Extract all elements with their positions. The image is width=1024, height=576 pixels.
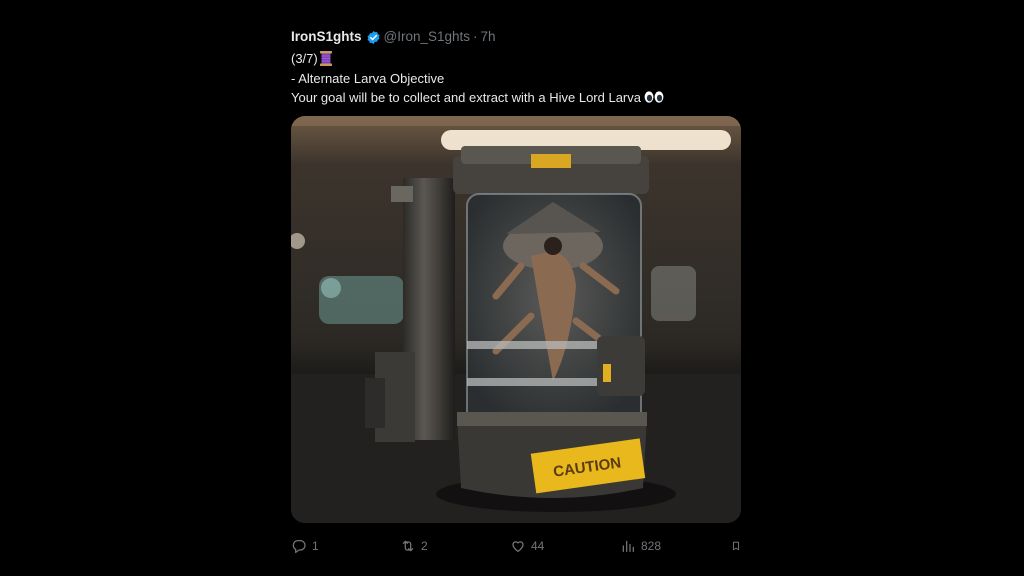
tweet-line-1: (3/7)	[291, 49, 741, 69]
like-icon	[512, 541, 524, 552]
like-button[interactable]: 44	[510, 536, 544, 556]
larva-canister-image: CAUTION	[291, 116, 741, 523]
tweet-media-image[interactable]: CAUTION	[291, 116, 741, 523]
repost-button[interactable]: 2	[400, 536, 428, 556]
reply-count: 1	[312, 539, 319, 553]
thread-spool-emoji-icon	[319, 51, 332, 66]
bookmark-icon	[733, 541, 739, 551]
views-count: 828	[641, 539, 662, 553]
tweet-text: (3/7) - Alternate Larva Objective Your g…	[291, 49, 741, 108]
tweet-header: IronS1ghts @Iron_S1ghts · 7h	[291, 28, 741, 46]
tweet-line-2: - Alternate Larva Objective	[291, 70, 445, 86]
reply-button[interactable]: 1	[291, 536, 319, 556]
timestamp[interactable]: 7h	[481, 28, 496, 46]
views-icon	[622, 540, 634, 552]
tweet[interactable]: IronS1ghts @Iron_S1ghts · 7h (3/7) - Alt…	[291, 28, 741, 553]
repost-count: 2	[421, 539, 428, 553]
views-button[interactable]: 828	[620, 536, 661, 556]
author-handle[interactable]: @Iron_S1ghts	[384, 28, 471, 46]
author-name[interactable]: IronS1ghts	[291, 28, 362, 46]
tweet-line-3: Your goal will be to collect and extract…	[291, 88, 741, 108]
tweet-actions-bar: 1 2 44 828	[291, 536, 741, 556]
tweet-line-3-text: Your goal will be to collect and extract…	[291, 90, 641, 105]
eyes-emoji-icon	[644, 89, 664, 103]
verified-badge-icon	[366, 30, 381, 45]
like-count: 44	[531, 539, 545, 553]
bookmark-button[interactable]	[731, 536, 741, 556]
repost-icon	[402, 540, 414, 552]
reply-icon	[292, 540, 306, 553]
tweet-line-1-text: (3/7)	[291, 51, 318, 66]
separator-dot: ·	[473, 29, 478, 44]
